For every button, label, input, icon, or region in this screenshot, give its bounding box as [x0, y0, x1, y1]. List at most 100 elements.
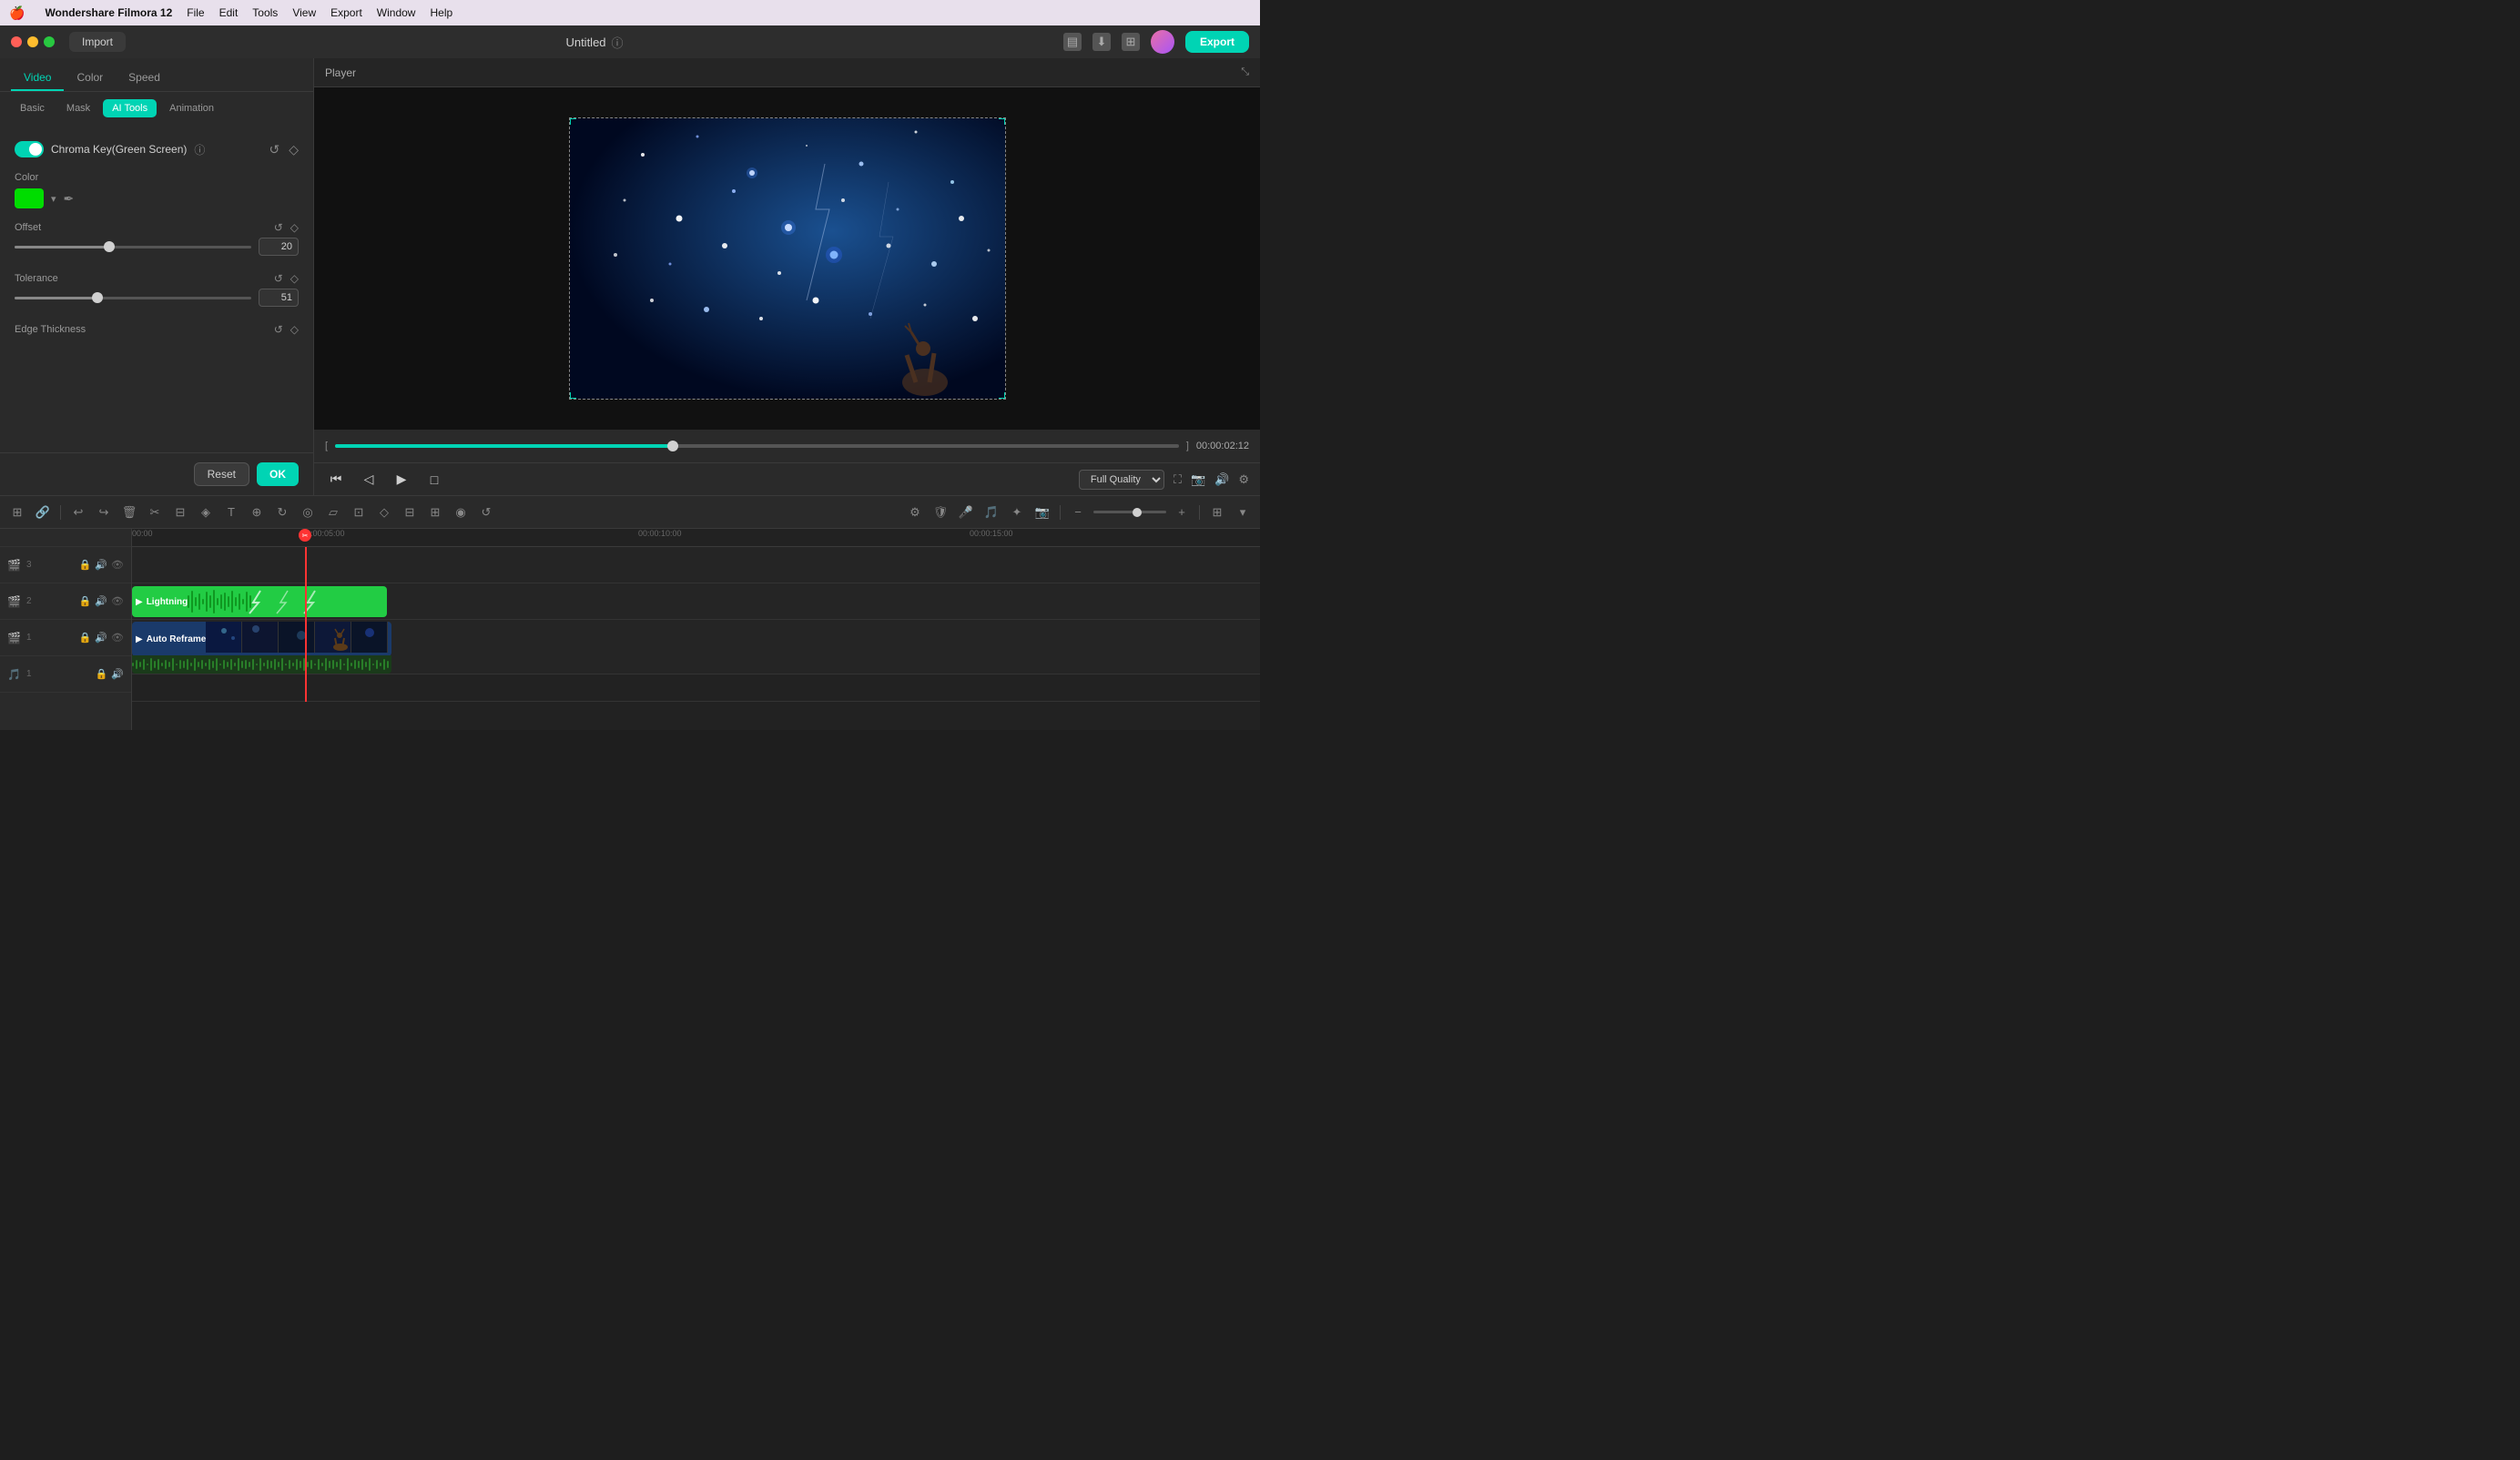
edge-reset-icon[interactable]: ↺	[274, 323, 283, 336]
chroma-key-toggle[interactable]	[15, 141, 44, 157]
mute-tool[interactable]: ◈	[196, 502, 216, 522]
import-button[interactable]: Import	[69, 32, 126, 52]
vol-icon-a1[interactable]: 🔊	[111, 668, 124, 680]
ai-clip-icon[interactable]: ✦	[1007, 502, 1027, 522]
in-point-bracket[interactable]: [	[325, 441, 328, 451]
tolerance-reset-icon[interactable]: ↺	[274, 272, 283, 285]
mic-icon[interactable]: 🎤	[956, 502, 976, 522]
offset-value-input[interactable]	[259, 238, 299, 256]
tolerance-value-input[interactable]	[259, 289, 299, 307]
zoom-slider[interactable]	[1093, 511, 1166, 513]
sub-tab-ai-tools[interactable]: AI Tools	[103, 99, 157, 117]
progress-thumb[interactable]	[667, 441, 678, 451]
snapshot-icon[interactable]: 📷	[1191, 472, 1205, 487]
quality-select[interactable]: Full Quality 1/2 Quality 1/4 Quality	[1079, 470, 1164, 490]
zoom-thumb[interactable]	[1133, 508, 1142, 517]
menu-window[interactable]: Window	[377, 6, 416, 19]
play-button[interactable]: ▶	[391, 469, 412, 491]
playhead-circle[interactable]: ✂	[299, 529, 311, 542]
link-tool[interactable]: 🔗	[33, 502, 53, 522]
adjust-right-icon[interactable]: ⚙	[905, 502, 925, 522]
autoreframe-clip[interactable]: ▶ Auto Reframe	[132, 622, 391, 656]
playhead-marker[interactable]: ✂	[299, 529, 311, 542]
sub-tab-mask[interactable]: Mask	[57, 99, 99, 117]
offset-slider[interactable]	[15, 246, 251, 248]
add-track-tool[interactable]: ⊞	[7, 502, 27, 522]
reset-icon[interactable]: ↺	[269, 142, 279, 157]
audio-icon-v2[interactable]: 🔊	[95, 595, 107, 607]
menu-edit[interactable]: Edit	[219, 6, 239, 19]
layout-grid-icon[interactable]: ⊞	[1207, 502, 1227, 522]
sub-tab-animation[interactable]: Animation	[160, 99, 223, 117]
remove-bg-tool[interactable]: ◇	[374, 502, 394, 522]
detach-tool[interactable]: ⊟	[170, 502, 190, 522]
paint-tool[interactable]: ◎	[298, 502, 318, 522]
minimize-button[interactable]	[27, 36, 38, 47]
menu-tools[interactable]: Tools	[252, 6, 278, 19]
track-v2-row[interactable]: ▶ Lightning	[132, 583, 1260, 620]
eye-icon-v1[interactable]: 👁	[111, 632, 124, 644]
mask-tool[interactable]: ▱	[323, 502, 343, 522]
skip-back-button[interactable]: ⏮	[325, 469, 347, 491]
offset-keyframe-icon[interactable]: ◇	[290, 221, 299, 234]
audio-icon[interactable]: 🔊	[1214, 472, 1229, 487]
audio-icon-v3[interactable]: 🔊	[95, 559, 107, 571]
lock-icon-a1[interactable]: 🔒	[96, 668, 108, 680]
menu-export[interactable]: Export	[330, 6, 362, 19]
title-info-icon[interactable]: ⓘ	[612, 34, 624, 51]
close-button[interactable]	[11, 36, 22, 47]
layout-icon[interactable]: ▤	[1063, 33, 1082, 51]
lock-icon-v3[interactable]: 🔒	[79, 559, 92, 571]
lightning-clip[interactable]: ▶ Lightning	[132, 586, 387, 617]
stop-button[interactable]: □	[423, 469, 445, 491]
crop-tool[interactable]: ⊡	[349, 502, 369, 522]
progress-bar[interactable]	[335, 444, 1179, 448]
settings-icon[interactable]: ⚙	[1238, 472, 1249, 487]
grid-icon[interactable]: ⊞	[1122, 33, 1140, 51]
cut-tool[interactable]: ✂	[145, 502, 165, 522]
zoom-in-icon[interactable]: +	[1172, 502, 1192, 522]
shield-icon[interactable]: 🛡	[930, 502, 950, 522]
tab-speed[interactable]: Speed	[116, 66, 173, 91]
edge-keyframe-icon[interactable]: ◇	[290, 323, 299, 336]
menu-file[interactable]: File	[187, 6, 204, 19]
keyframe-icon[interactable]: ◇	[289, 142, 299, 157]
tolerance-keyframe-icon[interactable]: ◇	[290, 272, 299, 285]
track-a1-row[interactable]	[132, 674, 1260, 702]
eyedropper-icon[interactable]: ✒	[64, 191, 75, 207]
zoom-out-icon[interactable]: −	[1068, 502, 1088, 522]
undo-tool[interactable]: ↩	[68, 502, 88, 522]
camera-icon[interactable]: 📷	[1032, 502, 1052, 522]
download-icon[interactable]: ⬇	[1092, 33, 1111, 51]
transform-tool[interactable]: ⊕	[247, 502, 267, 522]
offset-reset-icon[interactable]: ↺	[274, 221, 283, 234]
fullscreen-button[interactable]	[44, 36, 55, 47]
lock-icon-v2[interactable]: 🔒	[79, 595, 92, 607]
export-button[interactable]: Export	[1185, 31, 1249, 53]
music-icon[interactable]: 🎵	[981, 502, 1001, 522]
chroma-key-info-icon[interactable]: ⓘ	[194, 142, 205, 157]
out-point-bracket[interactable]: ]	[1186, 441, 1189, 451]
tolerance-slider[interactable]	[15, 297, 251, 299]
menu-view[interactable]: View	[292, 6, 316, 19]
speech-tool[interactable]: ↺	[476, 502, 496, 522]
tab-color[interactable]: Color	[64, 66, 116, 91]
fullscreen-icon[interactable]: ⛶	[1174, 472, 1182, 487]
adjust-tool[interactable]: ⊟	[400, 502, 420, 522]
text-tool[interactable]: T	[221, 502, 241, 522]
color-dropdown-icon[interactable]: ▾	[51, 193, 56, 205]
lock-icon-v1[interactable]: 🔒	[79, 632, 92, 644]
redo-tool[interactable]: ↪	[94, 502, 114, 522]
sub-tab-basic[interactable]: Basic	[11, 99, 54, 117]
color-swatch[interactable]	[15, 188, 44, 208]
track-v1-row[interactable]: ▶ Auto Reframe	[132, 620, 1260, 674]
rotate-tool[interactable]: ↻	[272, 502, 292, 522]
apple-menu[interactable]: 🍎	[9, 5, 25, 21]
delete-tool[interactable]: 🗑	[119, 502, 139, 522]
eye-icon-v2[interactable]: 👁	[111, 595, 124, 607]
player-expand-icon[interactable]: ⤡	[1241, 66, 1249, 78]
step-back-button[interactable]: ◁	[358, 469, 380, 491]
ai-tool[interactable]: ◉	[451, 502, 471, 522]
audio-icon-v1[interactable]: 🔊	[95, 632, 107, 644]
user-avatar[interactable]	[1151, 30, 1174, 54]
